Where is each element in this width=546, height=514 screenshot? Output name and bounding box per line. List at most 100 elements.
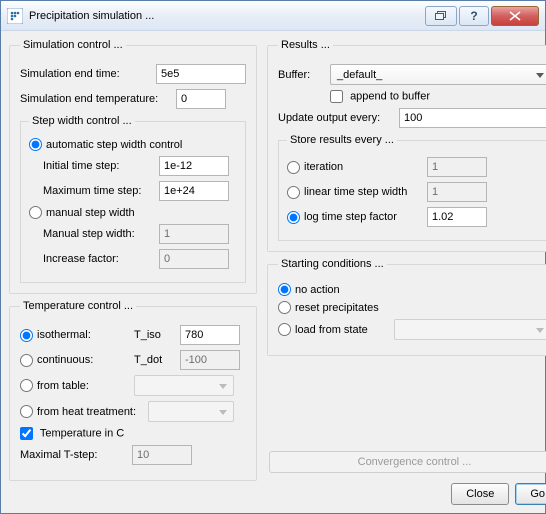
dialog-window: Precipitation simulation ... ? Simulatio… (0, 0, 546, 514)
linear-text: linear time step width (304, 186, 407, 198)
right-column: Results ... Buffer: _default_ append to … (267, 39, 546, 505)
auto-step-radio[interactable] (29, 138, 42, 151)
manual-width-label: Manual step width: (43, 228, 153, 240)
close-button[interactable]: Close (451, 483, 509, 505)
manual-step-radio-label[interactable]: manual step width (29, 206, 135, 219)
max-step-input[interactable] (159, 181, 229, 201)
max-step-label: Maximum time step: (43, 185, 153, 197)
no-action-radio-label[interactable]: no action (278, 283, 340, 296)
init-step-label: Initial time step: (43, 160, 153, 172)
step-width-group: Step width control ... automatic step wi… (20, 115, 246, 283)
app-icon (7, 8, 23, 24)
temperature-control-group: Temperature control ... isothermal: T_is… (9, 300, 257, 481)
from-heat-text: from heat treatment: (37, 406, 136, 418)
no-action-radio[interactable] (278, 283, 291, 296)
simulation-control-legend: Simulation control ... (20, 39, 126, 51)
max-tstep-label: Maximal T-step: (20, 449, 126, 461)
load-state-radio-label[interactable]: load from state (278, 323, 388, 336)
iteration-radio[interactable] (287, 161, 300, 174)
update-output-input[interactable] (399, 108, 546, 128)
max-tstep-input (132, 445, 192, 465)
sim-end-time-label: Simulation end time: (20, 68, 150, 80)
isothermal-radio[interactable] (20, 329, 33, 342)
iteration-input (427, 157, 487, 177)
window-buttons: ? (423, 6, 539, 26)
window-close-button[interactable] (491, 6, 539, 26)
buffer-combo[interactable]: _default_ (330, 64, 546, 85)
go-button[interactable]: Go (515, 483, 546, 505)
log-radio-label[interactable]: log time step factor (287, 211, 421, 224)
reset-text: reset precipitates (295, 302, 379, 314)
linear-radio[interactable] (287, 186, 300, 199)
log-text: log time step factor (304, 211, 397, 223)
buffer-label: Buffer: (278, 69, 324, 81)
results-group: Results ... Buffer: _default_ append to … (267, 39, 546, 252)
from-heat-radio-label[interactable]: from heat treatment: (20, 405, 142, 418)
append-checkbox-label[interactable]: append to buffer (330, 90, 430, 103)
temperature-control-legend: Temperature control ... (20, 300, 136, 312)
left-column: Simulation control ... Simulation end ti… (9, 39, 257, 505)
window-title: Precipitation simulation ... (29, 10, 423, 22)
from-table-text: from table: (37, 380, 89, 392)
simulation-control-group: Simulation control ... Simulation end ti… (9, 39, 257, 294)
continuous-radio[interactable] (20, 354, 33, 367)
from-heat-radio[interactable] (20, 405, 33, 418)
temp-in-c-checkbox-label[interactable]: Temperature in C (20, 427, 124, 440)
update-output-label: Update output every: (278, 112, 393, 124)
reset-radio[interactable] (278, 301, 291, 314)
log-input[interactable] (427, 207, 487, 227)
load-state-text: load from state (295, 324, 368, 336)
manual-step-text: manual step width (46, 207, 135, 219)
from-heat-combo (148, 401, 234, 422)
init-step-input[interactable] (159, 156, 229, 176)
continuous-text: continuous: (37, 354, 93, 366)
auto-step-text: automatic step width control (46, 139, 182, 151)
no-action-text: no action (295, 284, 340, 296)
from-table-radio-label[interactable]: from table: (20, 379, 128, 392)
buffer-combo-value: _default_ (337, 69, 382, 81)
append-text: append to buffer (350, 90, 430, 102)
from-table-radio[interactable] (20, 379, 33, 392)
store-results-legend: Store results every ... (287, 134, 397, 146)
isothermal-text: isothermal: (37, 329, 91, 341)
iteration-text: iteration (304, 161, 343, 173)
increase-factor-input (159, 249, 229, 269)
temp-in-c-text: Temperature in C (40, 427, 124, 439)
temp-in-c-checkbox[interactable] (20, 427, 33, 440)
load-state-combo (394, 319, 546, 340)
t-iso-input[interactable] (180, 325, 240, 345)
t-dot-input (180, 350, 240, 370)
t-iso-label: T_iso (134, 329, 174, 341)
continuous-radio-label[interactable]: continuous: (20, 354, 128, 367)
load-state-radio[interactable] (278, 323, 291, 336)
manual-width-input (159, 224, 229, 244)
sim-end-temp-label: Simulation end temperature: (20, 93, 170, 105)
go-button-label: Go (530, 488, 545, 500)
store-results-group: Store results every ... iteration (278, 134, 546, 241)
t-dot-label: T_dot (134, 354, 174, 366)
window-help-button[interactable]: ? (459, 6, 489, 26)
close-button-label: Close (466, 488, 494, 500)
starting-conditions-group: Starting conditions ... no action reset … (267, 258, 546, 356)
reset-radio-label[interactable]: reset precipitates (278, 301, 379, 314)
linear-input (427, 182, 487, 202)
starting-conditions-legend: Starting conditions ... (278, 258, 387, 270)
from-table-combo (134, 375, 234, 396)
auto-step-radio-label[interactable]: automatic step width control (29, 138, 182, 151)
log-radio[interactable] (287, 211, 300, 224)
manual-step-radio[interactable] (29, 206, 42, 219)
client-area: Simulation control ... Simulation end ti… (1, 31, 545, 513)
iteration-radio-label[interactable]: iteration (287, 161, 421, 174)
sim-end-time-input[interactable] (156, 64, 246, 84)
linear-radio-label[interactable]: linear time step width (287, 186, 421, 199)
results-legend: Results ... (278, 39, 333, 51)
convergence-control-button: Convergence control ... (269, 451, 546, 473)
append-checkbox[interactable] (330, 90, 343, 103)
dialog-footer: Close Go (267, 479, 546, 505)
isothermal-radio-label[interactable]: isothermal: (20, 329, 128, 342)
window-restore-button[interactable] (425, 6, 457, 26)
step-width-legend: Step width control ... (29, 115, 135, 127)
convergence-control-label: Convergence control ... (358, 456, 472, 468)
increase-factor-label: Increase factor: (43, 253, 153, 265)
sim-end-temp-input[interactable] (176, 89, 226, 109)
